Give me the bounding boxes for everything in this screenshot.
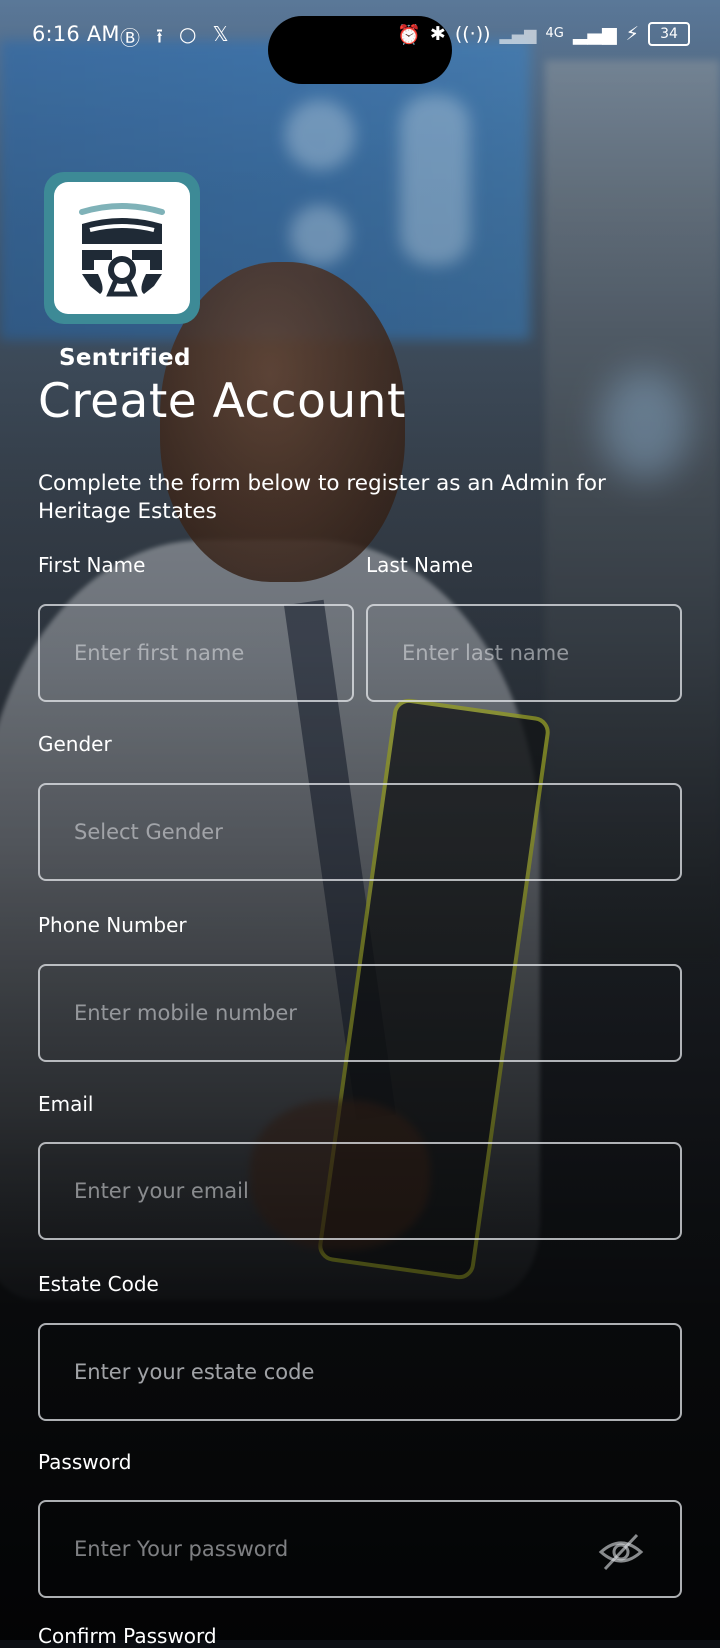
phone-input[interactable] [40, 966, 680, 1060]
email-input[interactable] [40, 1144, 680, 1238]
email-field[interactable] [38, 1142, 682, 1240]
shield-lock-icon [79, 203, 165, 297]
notification-icons: Ⓑ ⭱ ○ 𝕏 [120, 22, 229, 56]
x-logo-icon: 𝕏 [212, 22, 229, 46]
first-name-input[interactable] [40, 606, 352, 700]
confirm-password-label: Confirm Password [38, 1624, 217, 1648]
status-time: 6:16 AM [32, 22, 120, 46]
page-subtitle: Complete the form below to register as a… [38, 471, 606, 524]
system-icons: ⏰ ✱ ((·)) ▂▄▆ 4G ▂▄▆ ⚡ 34 [397, 22, 690, 46]
first-name-field[interactable] [38, 604, 354, 702]
hotspot-icon: ((·)) [454, 23, 491, 45]
password-input[interactable] [40, 1502, 680, 1596]
battery-icon: 34 [648, 22, 690, 46]
phone-label: Phone Number [38, 913, 187, 937]
first-name-label: First Name [38, 553, 146, 577]
estate-code-input[interactable] [40, 1325, 680, 1419]
sync-icon: ○ [179, 22, 197, 46]
page-title: Create Account [38, 374, 406, 429]
last-name-input[interactable] [368, 606, 680, 700]
b-badge-icon: Ⓑ [120, 26, 140, 50]
gender-input[interactable] [40, 785, 680, 879]
gender-select[interactable] [38, 783, 682, 881]
last-name-field[interactable] [366, 604, 682, 702]
gender-label: Gender [38, 732, 112, 756]
password-label: Password [38, 1450, 132, 1474]
bluetooth-icon: ✱ [429, 23, 446, 45]
signal-strength-icon: ▂▄▆ [572, 23, 617, 45]
estate-code-field[interactable] [38, 1323, 682, 1421]
phone-field[interactable] [38, 964, 682, 1062]
signal-icon: ▂▄▆ [499, 24, 537, 44]
email-label: Email [38, 1092, 94, 1116]
brand-name: Sentrified [59, 345, 191, 371]
network-type: 4G [545, 26, 564, 41]
upload-icon: ⭱ [156, 24, 163, 48]
alarm-icon: ⏰ [397, 23, 421, 46]
password-field[interactable] [38, 1500, 682, 1598]
estate-code-label: Estate Code [38, 1272, 159, 1296]
battery-level: 34 [660, 26, 678, 42]
last-name-label: Last Name [366, 553, 474, 577]
eye-off-icon[interactable] [598, 1532, 644, 1572]
app-logo [44, 172, 200, 324]
charging-icon: ⚡ [625, 23, 639, 45]
status-bar: 6:16 AM Ⓑ ⭱ ○ 𝕏 ⏰ ✱ ((·)) ▂▄▆ 4G ▂▄▆ ⚡ 3… [0, 0, 720, 84]
